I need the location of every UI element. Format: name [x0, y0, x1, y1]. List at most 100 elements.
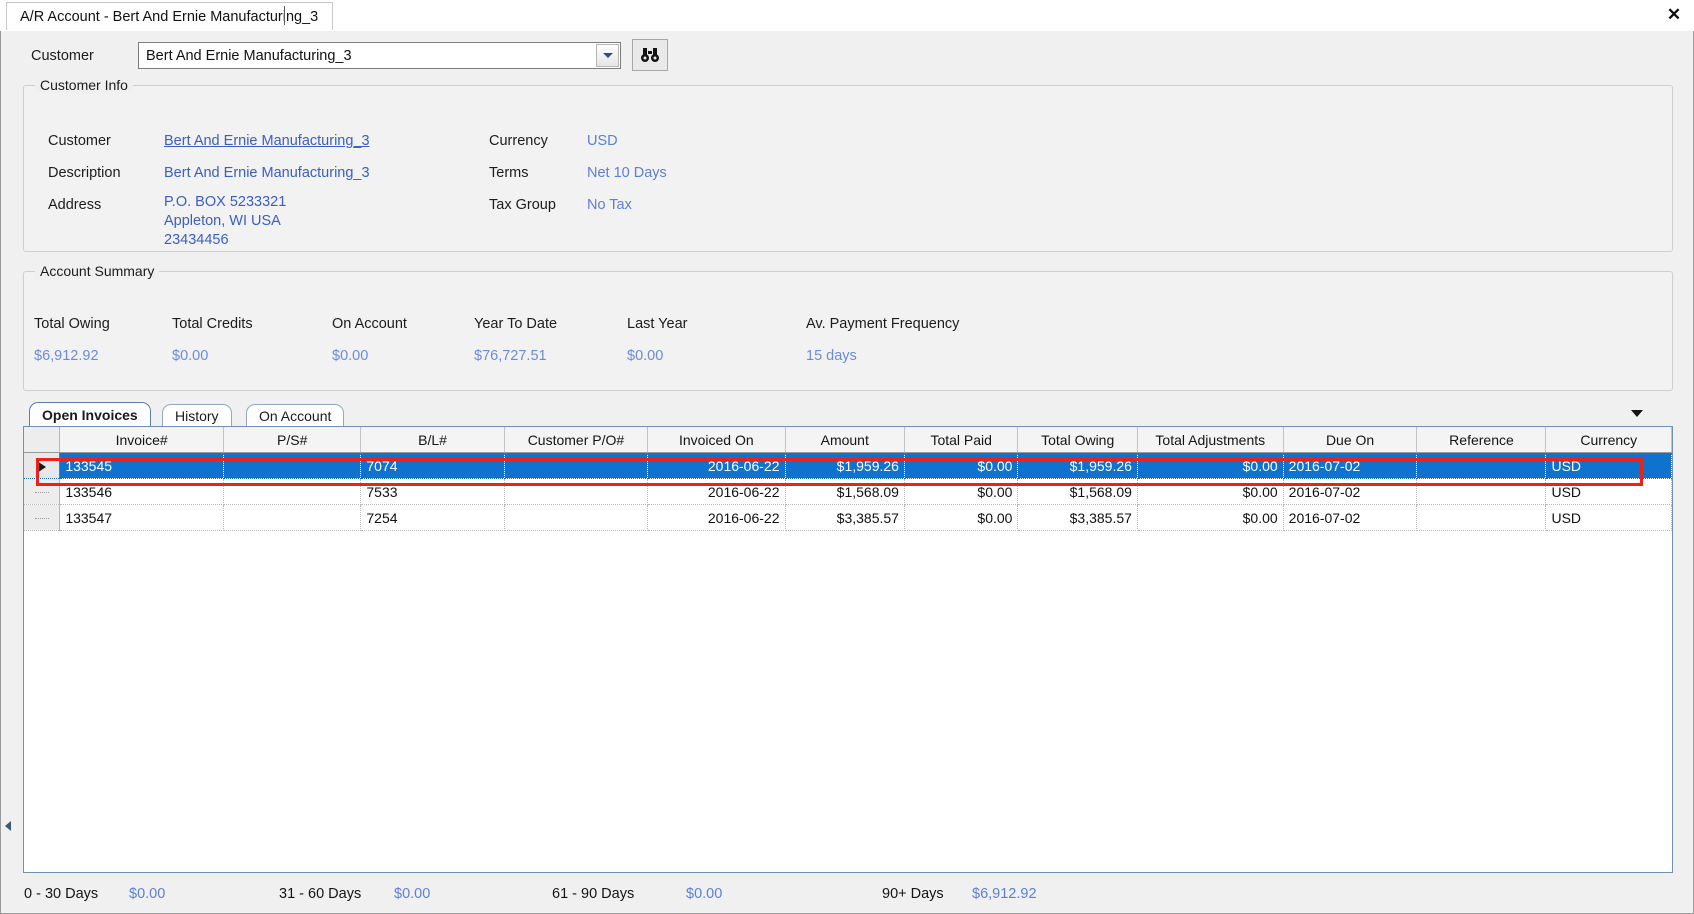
aging-label-61-90: 61 - 90 Days [552, 886, 635, 902]
summary-label-last-year: Last Year [627, 316, 688, 332]
cell-due-on: 2016-07-02 [1283, 452, 1418, 479]
description-value: Bert And Ernie Manufacturing_3 [164, 165, 370, 181]
ar-account-panel: Customer Bert And Ernie Manufacturing_3 … [0, 31, 1694, 914]
table-row[interactable]: 133546 7533 2016-06-22 $1,568.09 $0.00 $… [24, 478, 1672, 505]
summary-label-year-to-date: Year To Date [474, 316, 558, 332]
cell-currency: USD [1545, 504, 1672, 531]
customer-select-label: Customer [31, 48, 94, 64]
col-invoiced-on[interactable]: Invoiced On [647, 427, 786, 453]
aging-label-90-plus: 90+ Days [882, 886, 944, 902]
invoice-tabstrip: Open Invoices History On Account [29, 402, 1649, 426]
close-icon[interactable]: ✕ [1662, 3, 1686, 25]
customer-info-group: Customer Info Customer Bert And Ernie Ma… [23, 77, 1673, 252]
summary-value-last-year: $0.00 [627, 348, 664, 364]
cell-amount: $3,385.57 [785, 504, 905, 531]
col-total-paid[interactable]: Total Paid [904, 427, 1019, 453]
document-tab-label: A/R Account - Bert And Ernie Manufacturi… [20, 8, 319, 25]
col-total-adjustments[interactable]: Total Adjustments [1137, 427, 1284, 453]
tab-open-invoices[interactable]: Open Invoices [29, 402, 151, 426]
open-invoices-grid[interactable]: Invoice# P/S# B/L# Customer P/O# Invoice… [23, 426, 1673, 873]
tab-on-account[interactable]: On Account [246, 404, 345, 426]
cell-reference [1416, 478, 1547, 505]
tax-group-value: No Tax [587, 197, 632, 213]
cell-bl-number: 7254 [360, 504, 505, 531]
aging-value-31-60: $0.00 [394, 886, 431, 902]
customer-value-link[interactable]: Bert And Ernie Manufacturing_3 [164, 133, 370, 149]
col-due-on[interactable]: Due On [1283, 427, 1418, 453]
col-invoice-number[interactable]: Invoice# [59, 427, 224, 453]
cell-ps-number [223, 452, 362, 479]
cell-customer-po [504, 452, 649, 479]
customer-combobox[interactable]: Bert And Ernie Manufacturing_3 [138, 42, 621, 69]
tab-overflow-chevron-down-icon[interactable] [1631, 410, 1643, 417]
tab-history[interactable]: History [162, 404, 232, 426]
customer-info-title: Customer Info [35, 77, 133, 93]
col-amount[interactable]: Amount [785, 427, 905, 453]
col-ps-number[interactable]: P/S# [223, 427, 362, 453]
cell-total-owing: $3,385.57 [1017, 504, 1138, 531]
account-summary-title: Account Summary [35, 263, 160, 279]
cell-total-adjustments: $0.00 [1137, 504, 1284, 531]
col-reference[interactable]: Reference [1416, 427, 1547, 453]
row-selector-cell[interactable] [24, 478, 61, 505]
table-row[interactable]: 133547 7254 2016-06-22 $3,385.57 $0.00 $… [24, 504, 1672, 531]
row-selected-arrow-icon [37, 460, 47, 473]
cell-amount: $1,959.26 [785, 452, 905, 479]
summary-value-year-to-date: $76,727.51 [474, 348, 547, 364]
cell-reference [1416, 504, 1547, 531]
tax-group-label: Tax Group [489, 197, 556, 213]
cell-amount: $1,568.09 [785, 478, 905, 505]
summary-value-total-owing: $6,912.92 [34, 348, 99, 364]
address-label: Address [48, 197, 102, 213]
cell-total-adjustments: $0.00 [1137, 478, 1284, 505]
col-customer-po[interactable]: Customer P/O# [504, 427, 649, 453]
address-value: P.O. BOX 5233321 Appleton, WI USA 234344… [164, 194, 287, 248]
cell-total-paid: $0.00 [904, 504, 1019, 531]
cell-currency: USD [1545, 478, 1672, 505]
chevron-down-icon[interactable] [596, 44, 619, 67]
row-selector-cell[interactable] [24, 504, 61, 531]
aging-value-61-90: $0.00 [686, 886, 723, 902]
panel-expand-arrow-icon[interactable] [3, 818, 12, 834]
cell-ps-number [223, 478, 362, 505]
aging-summary-bar: 0 - 30 Days $0.00 31 - 60 Days $0.00 61 … [2, 876, 1650, 912]
row-marker-icon [34, 517, 49, 520]
col-bl-number[interactable]: B/L# [360, 427, 505, 453]
cell-bl-number: 7074 [360, 452, 505, 479]
customer-combobox-value: Bert And Ernie Manufacturing_3 [146, 47, 352, 64]
summary-label-on-account: On Account [332, 316, 407, 332]
invoice-table-body: 133545 7074 2016-06-22 $1,959.26 $0.00 $… [24, 452, 1672, 531]
terms-value: Net 10 Days [587, 165, 667, 181]
cell-total-adjustments: $0.00 [1137, 452, 1284, 479]
tab-on-account-label: On Account [259, 407, 332, 424]
cell-bl-number: 7533 [360, 478, 505, 505]
terms-label: Terms [489, 165, 529, 181]
cell-total-owing: $1,568.09 [1017, 478, 1138, 505]
aging-label-0-30: 0 - 30 Days [24, 886, 99, 902]
cell-due-on: 2016-07-02 [1283, 504, 1418, 531]
tab-text-caret [284, 6, 285, 25]
invoice-table: Invoice# P/S# B/L# Customer P/O# Invoice… [24, 427, 1672, 531]
table-header-row: Invoice# P/S# B/L# Customer P/O# Invoice… [24, 427, 1672, 453]
row-selector-cell[interactable] [24, 452, 61, 479]
binoculars-glyph [641, 48, 659, 62]
cell-customer-po [504, 478, 649, 505]
summary-value-av-payment-frequency: 15 days [806, 348, 857, 364]
col-currency[interactable]: Currency [1545, 427, 1672, 453]
aging-label-31-60: 31 - 60 Days [279, 886, 362, 902]
table-row[interactable]: 133545 7074 2016-06-22 $1,959.26 $0.00 $… [24, 452, 1672, 479]
col-total-owing[interactable]: Total Owing [1017, 427, 1138, 453]
cell-ps-number [223, 504, 362, 531]
customer-selector-row: Customer Bert And Ernie Manufacturing_3 [1, 37, 1693, 75]
summary-label-total-credits: Total Credits [172, 316, 253, 332]
customer-label: Customer [48, 133, 111, 149]
summary-label-av-payment-frequency: Av. Payment Frequency [806, 316, 960, 332]
tab-open-invoices-label: Open Invoices [42, 406, 138, 423]
summary-value-total-credits: $0.00 [172, 348, 209, 364]
tab-history-label: History [175, 407, 219, 424]
cell-total-owing: $1,959.26 [1017, 452, 1138, 479]
row-marker-icon [34, 491, 49, 494]
binoculars-icon[interactable] [632, 39, 668, 71]
cell-total-paid: $0.00 [904, 478, 1019, 505]
cell-invoice-number: 133545 [59, 452, 224, 479]
